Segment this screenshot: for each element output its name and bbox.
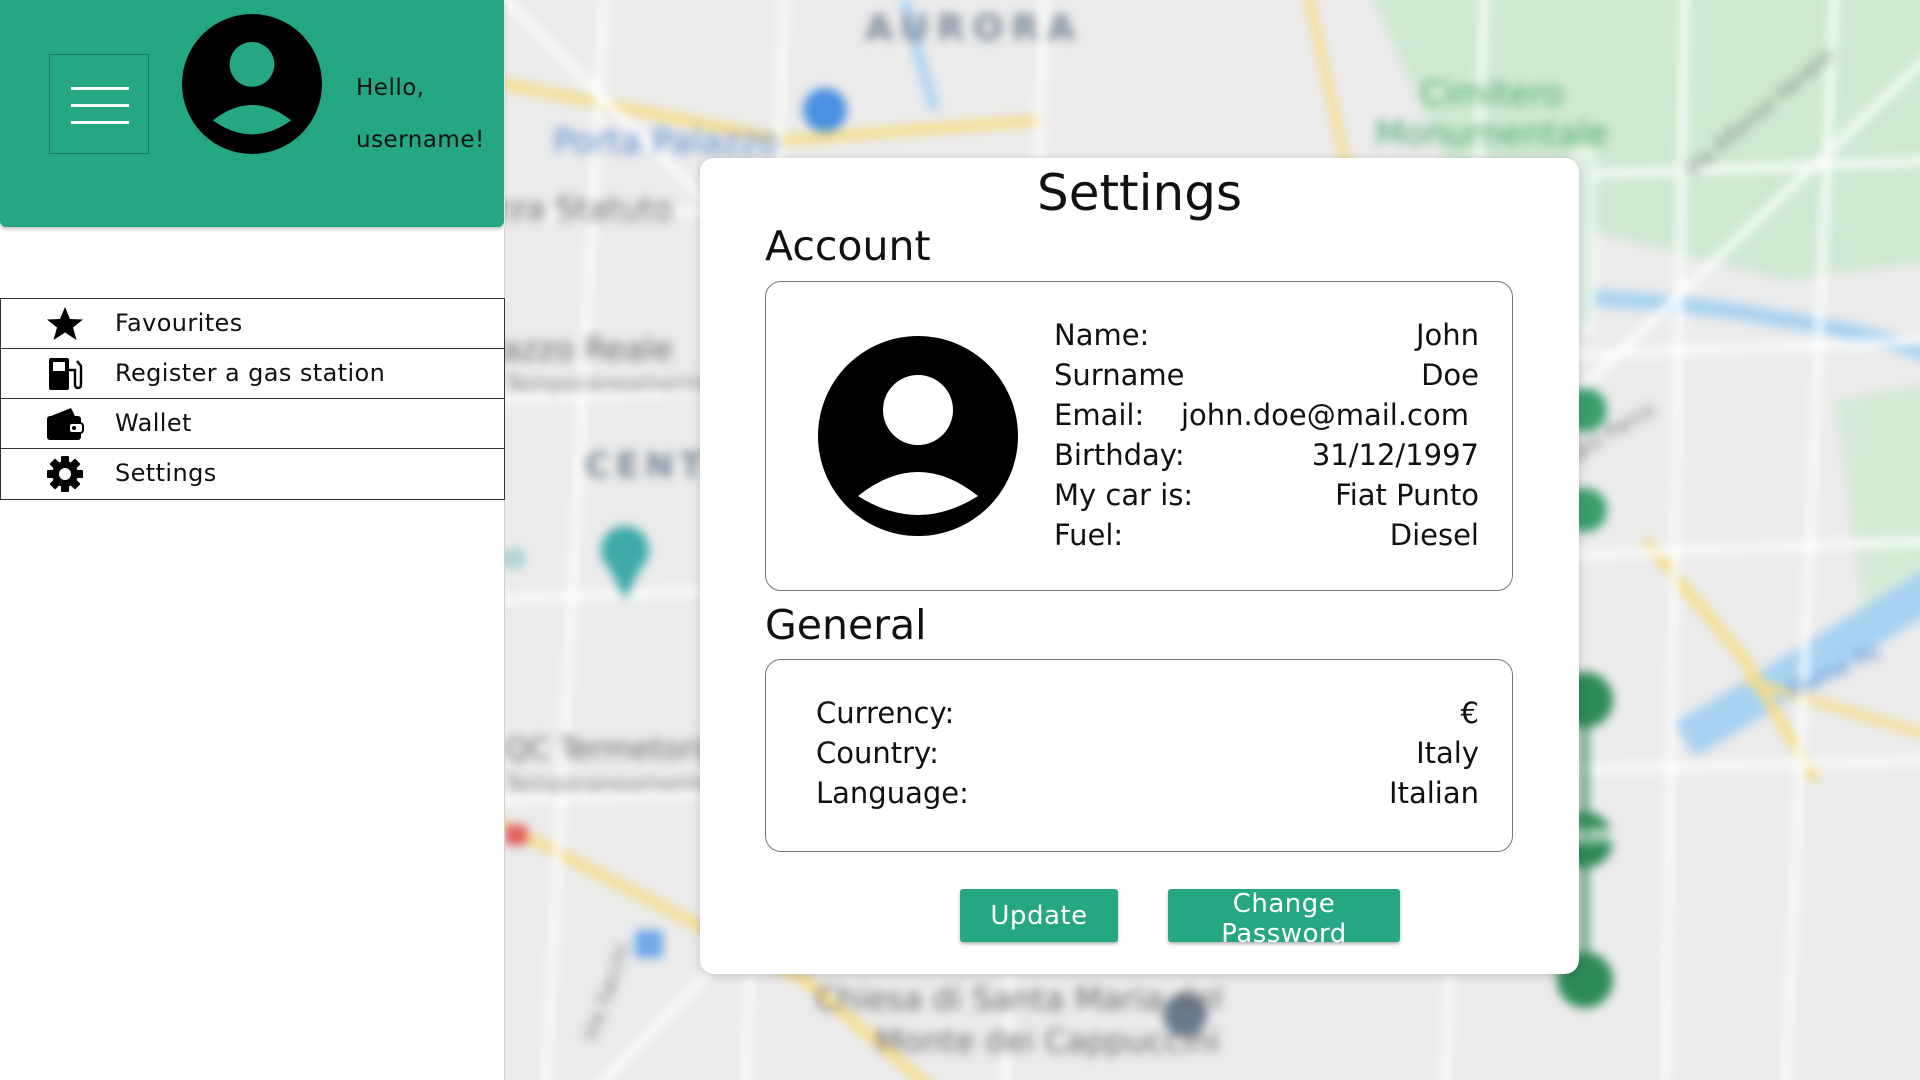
map-label: Palazzo Reale [505, 330, 673, 368]
field-label: Country: [816, 736, 939, 770]
user-header: Hello, username! [0, 0, 504, 227]
update-button[interactable]: Update [960, 889, 1118, 942]
sidebar-item-register-gas-station[interactable]: Register a gas station [0, 348, 505, 398]
map-label: Piazza Statuto [505, 190, 673, 228]
field-label: Name: [1054, 318, 1150, 352]
field-label: Fuel: [1054, 518, 1124, 552]
greeting-text: Hello, [356, 75, 425, 101]
map-label: Porta Palazzo [553, 122, 779, 162]
wallet-icon [47, 408, 84, 440]
field-label: Email: [1054, 398, 1145, 432]
account-box: Name: John Surname Doe Email: john.doe@m… [765, 281, 1513, 591]
sidebar-nav: Favourites Register a gas station Wallet [0, 298, 505, 500]
general-section-title: General [765, 601, 927, 649]
sidebar-item-label: Wallet [115, 409, 192, 437]
field-value: Doe [1421, 358, 1479, 392]
field-label: My car is: [1054, 478, 1194, 512]
change-password-button[interactable]: Change Password [1168, 889, 1400, 949]
field-label: Birthday: [1054, 438, 1185, 472]
map-label: AURORA [865, 8, 1083, 49]
sidebar-item-settings[interactable]: Settings [0, 448, 505, 500]
field-value: Fiat Punto [1335, 478, 1479, 512]
field-label: Currency: [816, 696, 955, 730]
sidebar-item-wallet[interactable]: Wallet [0, 398, 505, 448]
sidebar-item-label: Favourites [115, 309, 243, 337]
star-icon [47, 307, 83, 340]
map-label: Monte dei Cappuccini [875, 1022, 1221, 1060]
map-label: Cimitero [1420, 74, 1565, 114]
map-label: Temporaneamente [505, 772, 712, 797]
sidebar-item-label: Settings [115, 459, 217, 487]
account-section-title: Account [765, 222, 931, 270]
gear-icon [47, 456, 83, 492]
sidebar-item-label: Register a gas station [115, 359, 386, 387]
settings-dialog: Settings Account Name: John Surname Doe … [700, 158, 1579, 974]
field-value: 31/12/1997 [1311, 438, 1479, 472]
field-value: Italian [1389, 776, 1479, 810]
field-value: Italy [1416, 736, 1479, 770]
page-title: Settings [1036, 164, 1243, 222]
map-label: Torino [505, 540, 525, 575]
field-value: € [1460, 696, 1479, 730]
hamburger-menu-button[interactable] [49, 54, 149, 154]
map-label: Chiesa di Santa Maria del [815, 980, 1223, 1018]
field-value: John [1415, 318, 1479, 352]
general-box: Currency: € Country: Italy Language: Ita… [765, 659, 1513, 852]
avatar-icon[interactable] [182, 14, 322, 154]
field-value: john.doe@mail.com [1180, 398, 1469, 432]
field-value: Diesel [1389, 518, 1479, 552]
field-label: Language: [816, 776, 969, 810]
sidebar-item-favourites[interactable]: Favourites [0, 298, 505, 348]
map-label: Temporaneamente [505, 372, 712, 397]
gas-pump-icon [49, 358, 83, 390]
field-label: Surname [1054, 358, 1185, 392]
username-text: username! [356, 127, 485, 153]
map-label: Monumentale [1375, 114, 1609, 154]
profile-avatar-icon [818, 336, 1018, 536]
